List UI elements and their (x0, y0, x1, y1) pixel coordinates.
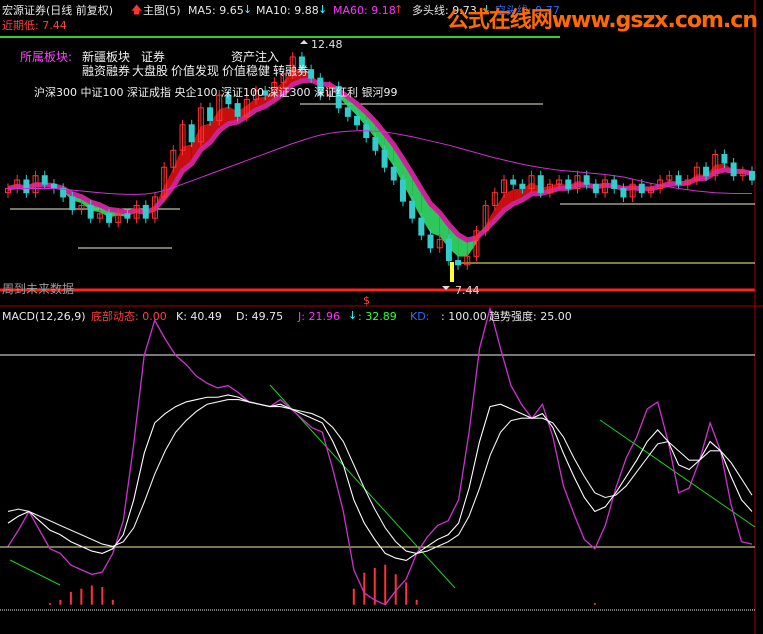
up-arrow-icon: 🡅 (131, 3, 143, 16)
candle-body (427, 234, 434, 249)
bottom-signal-bar (69, 591, 72, 605)
j-line (7, 306, 753, 606)
low-price-label: 7.44 (455, 284, 480, 297)
candle-body (638, 183, 645, 194)
candle-body (620, 187, 627, 198)
trend-line-3 (599, 419, 756, 528)
bottom-signal-bar (111, 599, 114, 605)
plate-title: 所属板块: (20, 50, 73, 64)
bottom-signal-bar (405, 582, 408, 605)
candle-body (592, 183, 599, 194)
plate-item: 价值稳健 (222, 64, 271, 78)
bottom-signal-bar (101, 587, 104, 605)
candle-body (124, 213, 131, 219)
plate-item: 转融券 (273, 64, 310, 78)
value6-label: : 100.00 (441, 310, 487, 323)
candle-body (41, 175, 48, 185)
candle-body (87, 204, 94, 219)
bottom-signal-bar (352, 588, 355, 605)
candle-body (142, 204, 149, 219)
main-chart-label[interactable]: 主图(5) (143, 4, 181, 17)
bottom-signal-bar (59, 599, 62, 605)
value4-label: : 32.89 (358, 310, 397, 323)
down-arrow-icon: ↓ (318, 3, 328, 16)
low-yellow-candle (450, 262, 454, 282)
candle-body (354, 115, 361, 126)
candle-body (390, 166, 397, 181)
j-value-label: J: 21.96 (298, 310, 340, 323)
stock-name: 宏源证券(日线 前复权) (2, 4, 114, 17)
value5-label: KD: (410, 310, 430, 323)
bottom-signal-bar (48, 603, 51, 605)
d-value-label: D: 49.75 (236, 310, 284, 323)
bottom-signal-bar (90, 585, 93, 605)
bottom-signal-bar (363, 572, 366, 605)
down-arrow-icon: ↓ (243, 3, 253, 16)
candle-body (749, 170, 755, 181)
candle-body (409, 200, 416, 219)
k-line (7, 394, 753, 561)
candle-body (537, 175, 544, 194)
candle-body (721, 154, 728, 164)
high-price-label: 12.48 (311, 38, 343, 51)
candle-body (675, 175, 682, 185)
bottom-dynamic-label: 底部动态: 0.00 (91, 310, 167, 323)
candle-body (344, 107, 351, 117)
candle-body (106, 213, 113, 223)
candle-body (308, 69, 315, 79)
candle-body (583, 175, 590, 185)
bottom-signal-bar (384, 564, 387, 605)
candle-body (703, 166, 710, 177)
candle-body (207, 107, 214, 122)
plate-item: 大盘股 (132, 64, 169, 78)
plate-item: 融资融券 (82, 64, 131, 78)
bottom-signal-bar (593, 603, 596, 605)
candle-body (23, 179, 30, 194)
ma60-label: MA60: 9.18 (333, 4, 396, 17)
candle-body (519, 183, 526, 189)
dollar-marker: $ (363, 294, 370, 307)
candle-body (188, 124, 195, 143)
plate-item: 价值发现 (171, 64, 220, 78)
watermark: 公式在线网www.gszx.com.cn (446, 8, 758, 33)
bottom-signal-bar (415, 599, 418, 605)
candle-body (399, 179, 406, 202)
candle-body (372, 137, 379, 151)
recent-low-label: 近期低: 7.44 (2, 19, 67, 32)
down-arrow-icon: ↓ (348, 309, 358, 322)
candle-body (445, 238, 452, 262)
candle-body (69, 196, 76, 211)
future-data-text: 周到未来数据 (2, 282, 75, 296)
index-list: 沪深300 中证100 深证成指 央企100 深证100 深证300 深证红利 … (34, 86, 398, 99)
kdj-lines (7, 306, 753, 606)
macd-label: MACD(12,26,9) (2, 310, 86, 323)
ma5-label: MA5: 9.65 (188, 4, 244, 17)
candle-body (611, 179, 618, 189)
trend-line-1 (9, 559, 61, 586)
bottom-signal-bar (80, 588, 83, 605)
candle-body (234, 103, 241, 117)
candle-body (381, 149, 388, 168)
up-arrow-icon: ↑ (394, 3, 404, 16)
high-marker-arrow (300, 40, 308, 44)
kdj-bottom-bars (48, 564, 596, 605)
candle-body (418, 217, 425, 236)
candle-body (565, 179, 572, 189)
candle-body (50, 183, 57, 189)
ma10-label: MA10: 9.88 (256, 4, 319, 17)
candle-body (730, 162, 737, 177)
candle-body (455, 260, 462, 266)
candle-body (510, 179, 517, 185)
k-value-label: K: 40.49 (176, 310, 222, 323)
trend-strength-label: 趋势强度: 25.00 (489, 310, 572, 323)
